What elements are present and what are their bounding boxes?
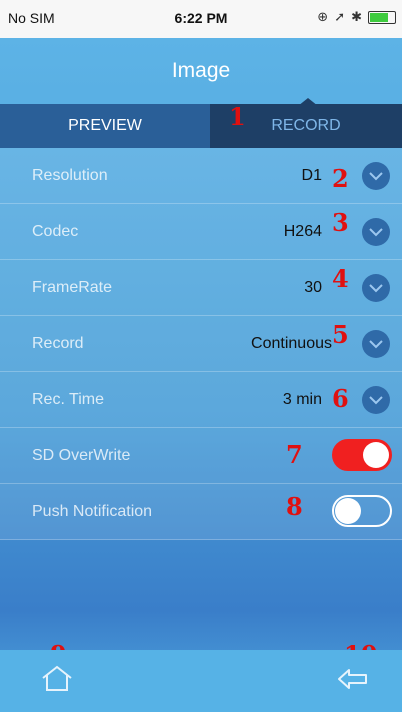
location-icon: ➚ <box>334 9 346 24</box>
annotation-marker: 4 <box>332 264 349 293</box>
annotation-marker: 8 <box>286 492 303 521</box>
chevron-down-icon[interactable] <box>362 162 390 190</box>
page-title: Image <box>171 59 231 82</box>
setting-value: 3 min <box>282 391 322 408</box>
battery-icon <box>368 10 396 24</box>
setting-label: Codec <box>32 223 79 240</box>
status-bar: No SIM 6:22 PM ⊕ ➚ ✱ <box>0 0 402 38</box>
setting-row-push-notification: Push Notification <box>0 484 402 540</box>
annotation-marker: 3 <box>332 208 349 237</box>
annotation-marker: 7 <box>286 440 303 469</box>
selected-tab-indicator <box>298 98 318 106</box>
setting-label: Record <box>32 335 84 352</box>
annotation-marker: 5 <box>332 320 349 349</box>
chevron-down-icon[interactable] <box>362 274 390 302</box>
home-icon[interactable] <box>40 664 74 699</box>
tab-preview[interactable]: PREVIEW <box>0 104 210 148</box>
status-icons: ⊕ ➚ ✱ <box>317 9 396 25</box>
setting-value: 30 <box>304 279 322 296</box>
chevron-down-icon[interactable] <box>362 386 390 414</box>
setting-row-sd-overwrite: SD OverWrite <box>0 428 402 484</box>
annotation-marker: 6 <box>332 384 349 413</box>
setting-value: Continuous <box>251 335 332 352</box>
tab-bar: PREVIEW RECORD <box>0 104 402 148</box>
bluetooth-icon: ✱ <box>351 9 362 24</box>
chevron-down-icon[interactable] <box>362 218 390 246</box>
setting-label: Rec. Time <box>32 391 105 408</box>
annotation-marker: 2 <box>332 164 349 193</box>
setting-label: FrameRate <box>32 279 113 296</box>
annotation-marker: 1 <box>229 102 246 131</box>
back-arrow-icon[interactable] <box>336 664 370 699</box>
alarm-icon: ⊕ <box>317 9 329 24</box>
setting-label: Resolution <box>32 167 108 184</box>
setting-value: D1 <box>301 167 322 184</box>
setting-label: Push Notification <box>32 503 153 520</box>
sd-overwrite-toggle[interactable] <box>332 439 392 471</box>
setting-label: SD OverWrite <box>32 447 131 464</box>
setting-value: H264 <box>283 223 322 240</box>
push-notification-toggle[interactable] <box>332 495 392 527</box>
chevron-down-icon[interactable] <box>362 330 390 358</box>
